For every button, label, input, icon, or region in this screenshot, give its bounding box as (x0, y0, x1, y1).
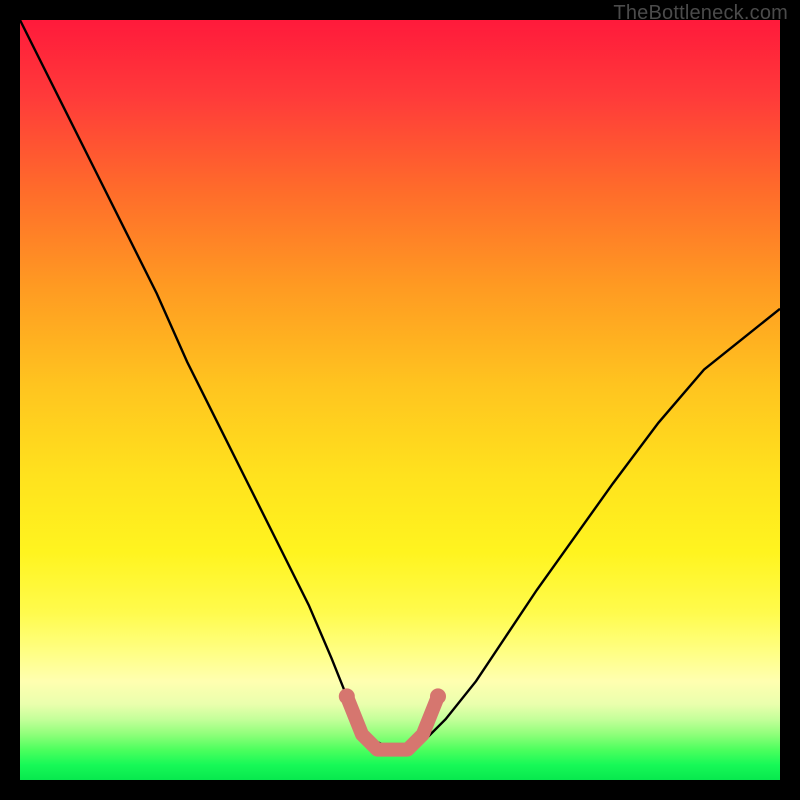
chart-svg (20, 20, 780, 780)
sweet-spot-end-dot (430, 688, 446, 704)
sweet-spot-highlight (347, 696, 438, 749)
outer-frame: TheBottleneck.com (0, 0, 800, 800)
sweet-spot-end-dot (339, 688, 355, 704)
plot-area (20, 20, 780, 780)
watermark-text: TheBottleneck.com (613, 2, 788, 25)
bottleneck-curve (20, 20, 780, 750)
